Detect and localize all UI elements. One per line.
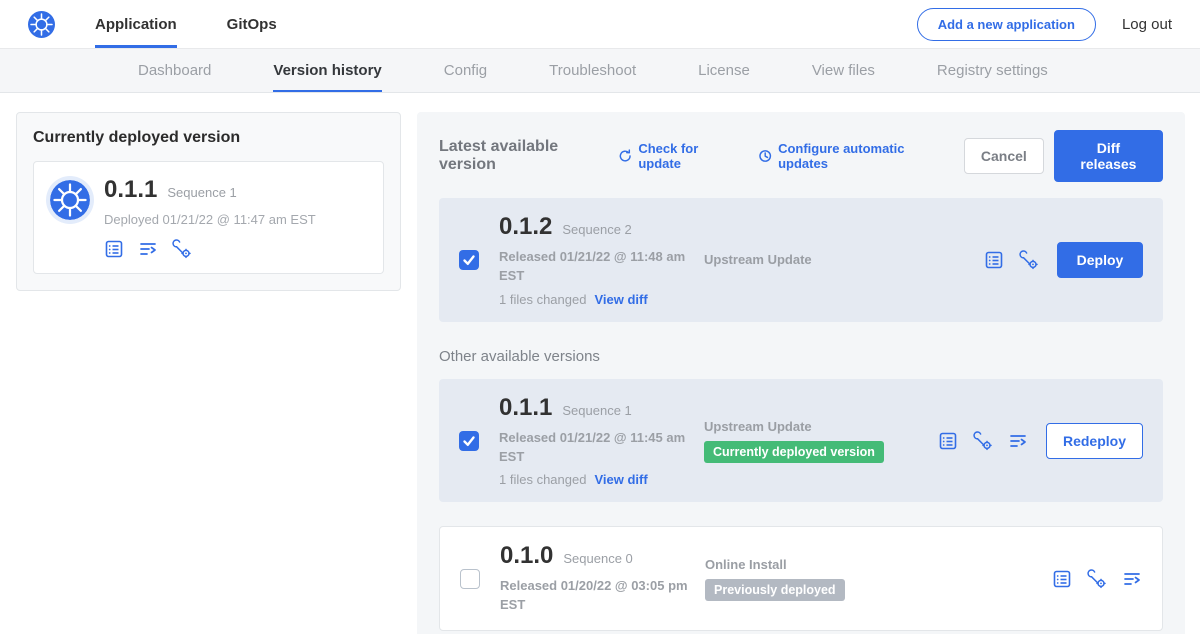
version-number: 0.1.0 [500,542,553,570]
release-notes-icon[interactable] [984,250,1004,270]
deployed-version-info: 0.1.1 Sequence 1 Deployed 01/21/22 @ 11:… [104,176,316,259]
latest-version-title: Latest available version [439,138,602,174]
version-actions [984,250,1039,270]
config-icon[interactable] [172,239,192,259]
sequence-label: Sequence 1 [562,403,631,418]
version-history-panel: Latest available version Check for updat… [417,112,1185,634]
source-label: Upstream Update [704,252,812,267]
app-subnav: Dashboard Version history Config Trouble… [0,49,1200,93]
currently-deployed-card: Currently deployed version 0.1.1 Sequenc… [16,112,401,291]
deployed-sequence-label: Sequence 1 [167,185,236,200]
deploy-button[interactable]: Deploy [1057,242,1143,278]
view-diff-link[interactable]: View diff [594,292,647,307]
configure-automatic-updates-link[interactable]: Configure automatic updates [758,141,940,171]
subnav-item-registry-settings[interactable]: Registry settings [937,49,1048,92]
subnav-item-config[interactable]: Config [444,49,487,92]
configure-updates-label: Configure automatic updates [778,141,940,171]
subnav-item-license[interactable]: License [698,49,750,92]
diff-releases-button[interactable]: Diff releases [1054,130,1163,182]
version-source: Online Install Previously deployed [705,557,920,601]
version-checkbox[interactable] [460,569,480,589]
kubernetes-logo-icon [28,11,55,38]
subnav-item-version-history[interactable]: Version history [273,49,381,92]
released-timestamp: Released 01/21/22 @ 11:45 am EST [499,429,695,467]
source-label: Upstream Update [704,419,812,434]
release-notes-icon[interactable] [938,431,958,451]
logout-button[interactable]: Log out [1122,16,1172,33]
released-timestamp: Released 01/21/22 @ 11:48 am EST [499,248,695,286]
subnav-item-dashboard[interactable]: Dashboard [138,49,211,92]
currently-deployed-badge: Currently deployed version [704,441,884,463]
clock-icon [758,148,772,164]
version-row-0-1-2: 0.1.2 Sequence 2 Released 01/21/22 @ 11:… [439,198,1163,322]
kubernetes-app-icon [50,180,90,220]
deployed-actions [104,239,316,259]
currently-deployed-title: Currently deployed version [33,129,384,147]
version-details: 0.1.2 Sequence 2 Released 01/21/22 @ 11:… [499,213,704,307]
version-details: 0.1.1 Sequence 1 Released 01/21/22 @ 11:… [499,394,704,488]
version-checkbox[interactable] [459,431,479,451]
cancel-button[interactable]: Cancel [964,138,1044,174]
main-content: Currently deployed version 0.1.1 Sequenc… [0,93,1200,634]
source-label: Online Install [705,557,787,572]
version-number: 0.1.1 [499,394,552,422]
subnav-item-view-files[interactable]: View files [812,49,875,92]
checkmark-icon [461,252,477,268]
version-number: 0.1.2 [499,213,552,241]
redeploy-button[interactable]: Redeploy [1046,423,1143,459]
navbar-tabs: Application GitOps [95,0,277,48]
sequence-label: Sequence 0 [563,551,632,566]
version-details: 0.1.0 Sequence 0 Released 01/20/22 @ 03:… [500,542,705,615]
other-versions-title: Other available versions [439,348,1163,365]
version-checkbox[interactable] [459,250,479,270]
version-source: Upstream Update Currently deployed versi… [704,419,919,463]
version-actions [938,431,1028,451]
top-navbar: Application GitOps Add a new application… [0,0,1200,49]
version-source: Upstream Update [704,252,919,267]
version-row-0-1-0: 0.1.0 Sequence 0 Released 01/20/22 @ 03:… [439,526,1163,631]
tab-application[interactable]: Application [95,0,177,48]
deployed-version-number: 0.1.1 [104,176,157,204]
checkmark-icon [461,433,477,449]
deployed-version-card: 0.1.1 Sequence 1 Deployed 01/21/22 @ 11:… [33,161,384,274]
refresh-icon [618,148,632,164]
navbar-spacer [277,0,917,48]
previously-deployed-badge: Previously deployed [705,579,845,601]
config-icon[interactable] [1019,250,1039,270]
subnav-item-troubleshoot[interactable]: Troubleshoot [549,49,636,92]
release-notes-icon[interactable] [1052,569,1072,589]
logs-icon[interactable] [138,239,158,259]
deployed-timestamp: Deployed 01/21/22 @ 11:47 am EST [104,212,316,227]
logs-icon[interactable] [1122,569,1142,589]
check-for-update-link[interactable]: Check for update [618,141,734,171]
version-actions [1052,569,1142,589]
sequence-label: Sequence 2 [562,222,631,237]
rows-gap [439,502,1163,526]
files-changed-label: 1 files changed [499,292,586,307]
latest-version-header: Latest available version Check for updat… [439,130,1163,182]
config-icon[interactable] [1087,569,1107,589]
release-notes-icon[interactable] [104,239,124,259]
files-changed-label: 1 files changed [499,472,586,487]
add-application-button[interactable]: Add a new application [917,8,1096,41]
check-for-update-label: Check for update [638,141,733,171]
version-row-0-1-1: 0.1.1 Sequence 1 Released 01/21/22 @ 11:… [439,379,1163,503]
released-timestamp: Released 01/20/22 @ 03:05 pm EST [500,577,696,615]
view-diff-link[interactable]: View diff [594,472,647,487]
tab-gitops[interactable]: GitOps [227,0,277,48]
logs-icon[interactable] [1008,431,1028,451]
config-icon[interactable] [973,431,993,451]
